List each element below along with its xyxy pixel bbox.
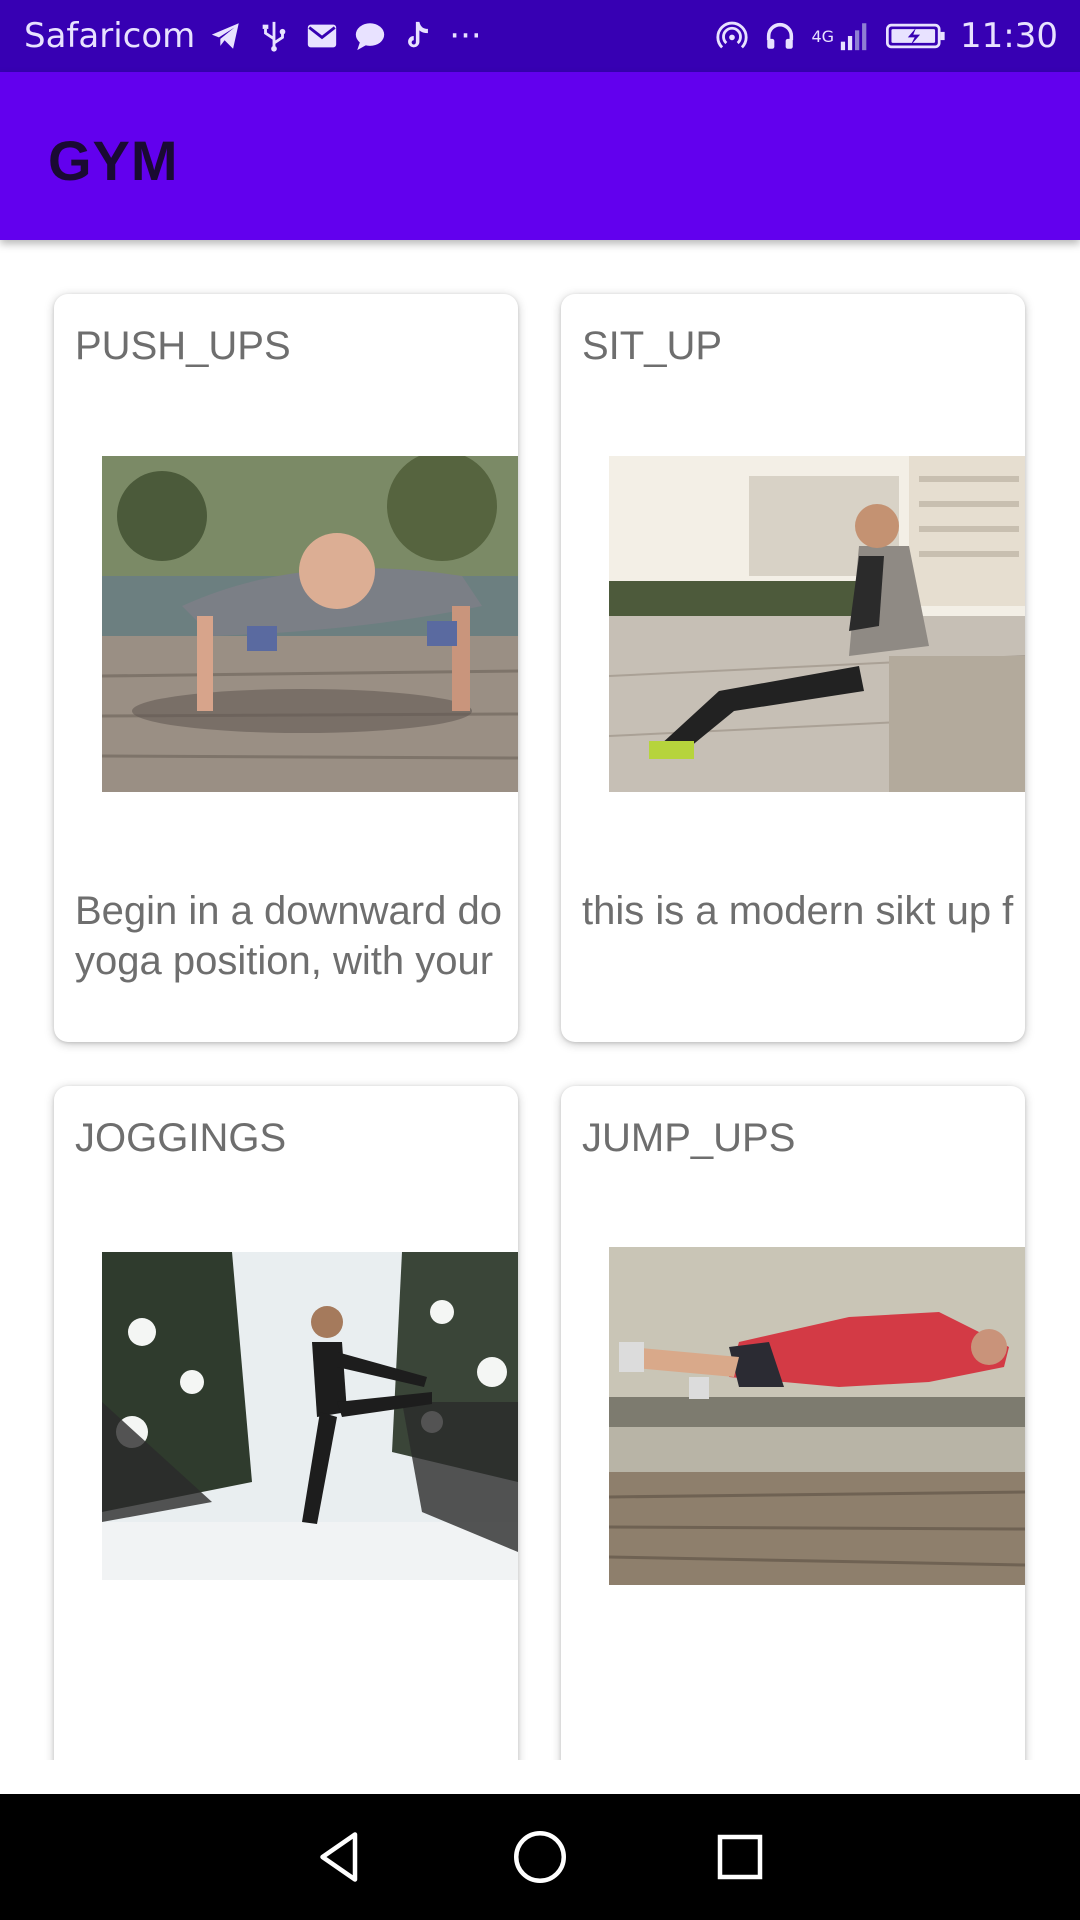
exercise-description: this is a modern sikt up f — [582, 889, 1014, 933]
navigation-bar — [0, 1794, 1080, 1920]
clock: 11:30 — [960, 16, 1058, 56]
exercise-card-joggings[interactable]: JOGGINGS — [54, 1086, 518, 1760]
carrier-label: Safaricom — [24, 16, 196, 56]
network-type: 4G — [811, 26, 835, 46]
hotspot-icon — [715, 19, 749, 53]
sit-up-photo — [609, 456, 1025, 792]
tiktok-icon — [401, 19, 435, 53]
jogging-photo — [102, 1252, 518, 1580]
headset-icon — [763, 19, 797, 53]
recents-icon[interactable] — [710, 1827, 770, 1887]
exercise-title: JOGGINGS — [75, 1116, 287, 1160]
exercise-title: JUMP_UPS — [582, 1116, 796, 1160]
back-icon[interactable] — [310, 1827, 370, 1887]
jump-ups-photo — [609, 1247, 1025, 1585]
push-ups-photo — [102, 456, 518, 792]
usb-icon — [257, 19, 291, 53]
status-bar: Safaricom ··· 4G 11:30 — [0, 0, 1080, 72]
exercise-card-sit-up[interactable]: SIT_UP this is a modern sikt up f — [561, 294, 1025, 1042]
home-icon[interactable] — [510, 1827, 570, 1887]
signal-icon — [838, 19, 872, 53]
telegram-icon — [209, 19, 243, 53]
overflow-indicator: ··· — [449, 16, 482, 56]
exercise-grid[interactable]: PUSH_UPS Begin in a downward do yoga pos… — [0, 240, 1080, 1760]
app-title: GYM — [48, 129, 179, 192]
exercise-title: PUSH_UPS — [75, 324, 291, 368]
exercise-description: Begin in a downward do yoga position, wi… — [75, 889, 502, 983]
mail-icon — [305, 19, 339, 53]
exercise-title: SIT_UP — [582, 324, 723, 368]
app-bar: GYM — [0, 72, 1080, 240]
battery-icon — [886, 19, 946, 53]
exercise-card-push-ups[interactable]: PUSH_UPS Begin in a downward do yoga pos… — [54, 294, 518, 1042]
chat-icon — [353, 19, 387, 53]
exercise-card-jump-ups[interactable]: JUMP_UPS — [561, 1086, 1025, 1760]
